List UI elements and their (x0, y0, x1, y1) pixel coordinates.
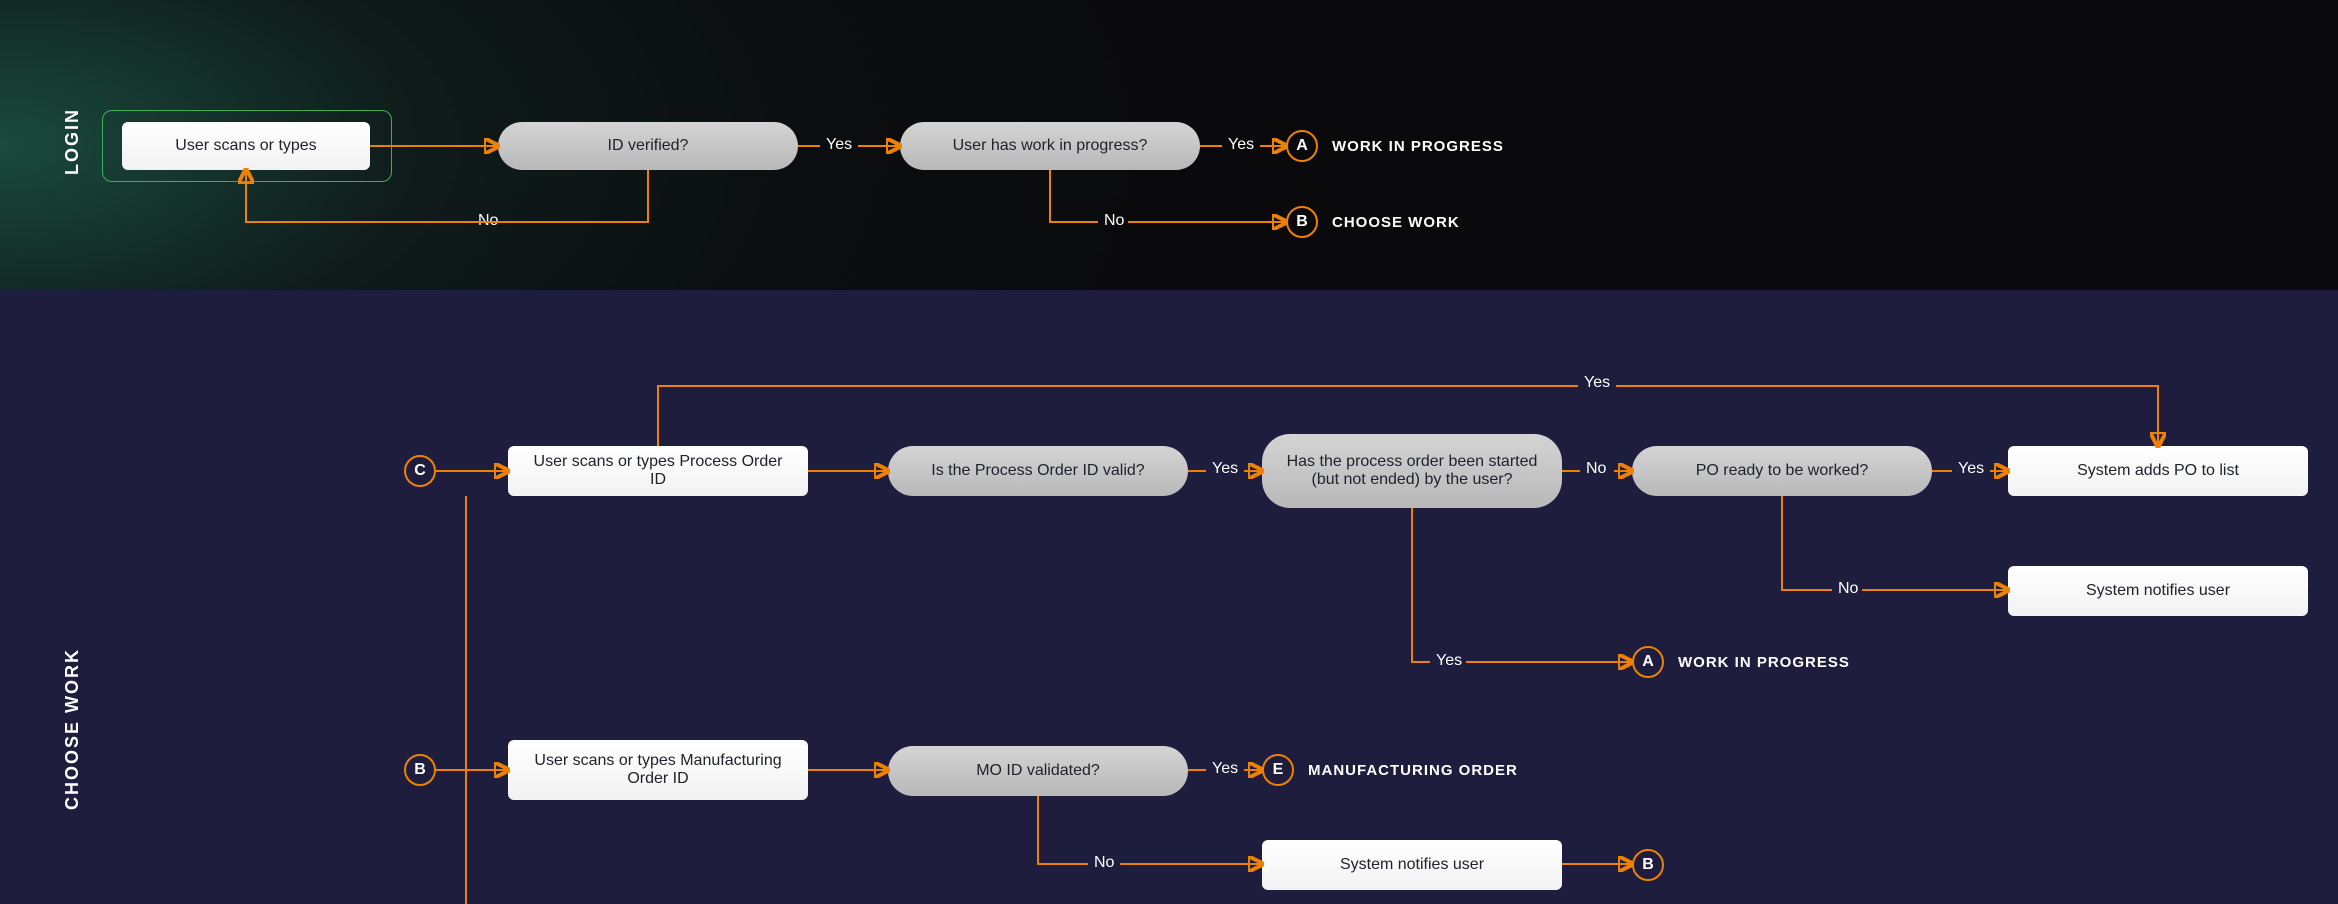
node-label: User has work in progress? (953, 137, 1148, 155)
node-scan-id: User scans or types (122, 122, 370, 170)
node-label: System notifies user (1340, 856, 1484, 874)
node-wip-question: User has work in progress? (900, 122, 1200, 170)
choose-section-bg (0, 290, 2338, 904)
node-label: User scans or types Process Order ID (524, 453, 792, 489)
node-id-verified: ID verified? (498, 122, 798, 170)
node-po-ready: PO ready to be worked? (1632, 446, 1932, 496)
edge-yes: Yes (1212, 760, 1238, 778)
badge-e: E (1262, 754, 1294, 786)
node-notify-1: System notifies user (2008, 566, 2308, 616)
node-scan-po: User scans or types Process Order ID (508, 446, 808, 496)
outcome-wip-2: WORK IN PROGRESS (1678, 654, 1850, 671)
outcome-wip: WORK IN PROGRESS (1332, 138, 1504, 155)
node-label: MO ID validated? (976, 762, 1100, 780)
outcome-manufacturing: MANUFACTURING ORDER (1308, 762, 1518, 779)
badge-b2: B (404, 754, 436, 786)
badge-c: C (404, 455, 436, 487)
section-label-choose: CHOOSE WORK (62, 648, 83, 810)
badge-b3: B (1632, 849, 1664, 881)
node-label: Is the Process Order ID valid? (931, 462, 1144, 480)
badge-a2: A (1632, 646, 1664, 678)
edge-yes: Yes (1584, 374, 1610, 392)
edge-yes: Yes (1958, 460, 1984, 478)
node-label: PO ready to be worked? (1696, 462, 1869, 480)
node-po-started: Has the process order been started (but … (1262, 434, 1562, 508)
section-label-login: LOGIN (62, 108, 83, 175)
badge-b: B (1286, 206, 1318, 238)
node-label: User scans or types (175, 137, 316, 155)
edge-no: No (1586, 460, 1606, 478)
node-label: System adds PO to list (2077, 462, 2239, 480)
edge-yes: Yes (826, 136, 852, 154)
badge-a: A (1286, 130, 1318, 162)
node-notify-2: System notifies user (1262, 840, 1562, 890)
node-mo-valid: MO ID validated? (888, 746, 1188, 796)
node-add-po: System adds PO to list (2008, 446, 2308, 496)
node-po-valid: Is the Process Order ID valid? (888, 446, 1188, 496)
node-scan-mo: User scans or types Manufacturing Order … (508, 740, 808, 800)
node-label: ID verified? (608, 137, 689, 155)
edge-yes: Yes (1212, 460, 1238, 478)
edge-yes: Yes (1436, 652, 1462, 670)
edge-no: No (1094, 854, 1114, 872)
edge-no: No (1838, 580, 1858, 598)
edge-no: No (478, 212, 498, 230)
flow-diagram: LOGIN CHOOSE WORK User scans or types ID… (0, 0, 2338, 904)
node-label: System notifies user (2086, 582, 2230, 600)
edge-yes: Yes (1228, 136, 1254, 154)
edge-no: No (1104, 212, 1124, 230)
node-label: Has the process order been started (but … (1278, 453, 1546, 489)
node-label: User scans or types Manufacturing Order … (524, 752, 792, 788)
outcome-choose-work: CHOOSE WORK (1332, 214, 1460, 231)
